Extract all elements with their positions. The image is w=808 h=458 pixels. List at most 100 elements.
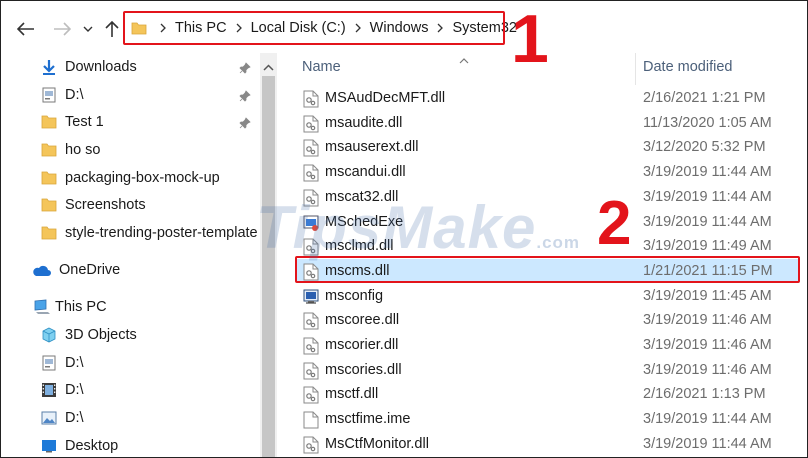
folder-icon xyxy=(41,142,57,158)
file-row[interactable]: mscorier.dll 3/19/2019 11:46 AM xyxy=(297,333,799,357)
file-date-modified: 2/16/2021 1:21 PM xyxy=(643,90,766,106)
folder-icon xyxy=(41,170,57,186)
file-name: MsCtfMonitor.dll xyxy=(325,435,429,452)
dll-file-icon xyxy=(303,164,319,182)
sidebar-item-d-drive-pictures[interactable]: D:\ xyxy=(41,406,84,430)
sidebar-item-d-drive[interactable]: D:\ xyxy=(41,83,84,107)
file-name: MSAudDecMFT.dll xyxy=(325,90,446,106)
folder-icon xyxy=(41,114,57,130)
address-highlight-box xyxy=(123,11,505,45)
sidebar-item-d-drive-videos[interactable]: D:\ xyxy=(41,378,84,402)
file-date-modified: 3/12/2020 5:32 PM xyxy=(643,139,766,156)
app-exe-icon xyxy=(303,214,319,232)
file-name: msctfime.ime xyxy=(325,411,411,428)
forward-button[interactable] xyxy=(51,17,73,41)
file-date-modified: 11/13/2020 1:05 AM xyxy=(643,114,772,131)
dll-file-icon xyxy=(303,312,319,330)
file-date-modified: 3/19/2019 11:44 AM xyxy=(643,164,772,181)
sidebar-item-label: ho so xyxy=(65,142,101,158)
sidebar-item-this-pc[interactable]: This PC xyxy=(33,295,107,319)
file-date-modified: 3/19/2019 11:45 AM xyxy=(643,287,772,304)
pin-icon[interactable] xyxy=(239,116,251,132)
file-row[interactable]: msauserext.dll 3/12/2020 5:32 PM xyxy=(297,135,799,159)
column-divider[interactable] xyxy=(635,53,636,85)
dll-file-icon xyxy=(303,90,319,108)
msconfig-app-icon xyxy=(303,288,319,306)
dll-file-icon xyxy=(303,436,319,454)
picture-icon xyxy=(41,410,57,426)
file-row[interactable]: msctf.dll 2/16/2021 1:13 PM xyxy=(297,382,799,406)
back-button[interactable] xyxy=(15,17,37,41)
sidebar-item-screenshots[interactable]: Screenshots xyxy=(41,193,146,217)
folder-icon xyxy=(41,225,57,241)
file-row[interactable]: MsCtfMonitor.dll 3/19/2019 11:44 AM xyxy=(297,432,799,456)
sidebar-item-label: D:\ xyxy=(65,87,84,103)
cube-icon xyxy=(41,327,57,343)
drive-icon xyxy=(41,355,57,371)
file-date-modified: 3/19/2019 11:44 AM xyxy=(643,435,772,452)
dll-file-icon xyxy=(303,238,319,256)
callout-number-1: 1 xyxy=(511,1,549,77)
recent-locations-chevron-icon[interactable] xyxy=(79,17,97,41)
file-name: MSchedExe xyxy=(325,213,404,230)
file-date-modified: 2/16/2021 1:13 PM xyxy=(643,386,766,403)
sidebar-item-onedrive[interactable]: OneDrive xyxy=(31,258,120,282)
dll-file-icon xyxy=(303,362,319,380)
file-date-modified: 3/19/2019 11:46 AM xyxy=(643,312,772,329)
pin-icon[interactable] xyxy=(239,89,251,105)
file-name: mscandui.dll xyxy=(325,164,406,181)
sidebar-item-label: 3D Objects xyxy=(65,327,137,343)
sidebar-item-label: Desktop xyxy=(65,438,119,454)
file-row[interactable]: mscories.dll 3/19/2019 11:46 AM xyxy=(297,358,799,382)
sidebar-item-label: Test 1 xyxy=(65,114,104,130)
file-row[interactable]: msclmd.dll 3/19/2019 11:49 AM xyxy=(297,234,799,258)
file-date-modified: 3/19/2019 11:44 AM xyxy=(643,188,772,205)
file-row[interactable]: MSAudDecMFT.dll 2/16/2021 1:21 PM xyxy=(297,86,799,110)
file-name: mscories.dll xyxy=(325,361,402,378)
up-button[interactable] xyxy=(101,17,123,41)
sidebar-item-ho-so[interactable]: ho so xyxy=(41,138,100,162)
sidebar-item-test-1[interactable]: Test 1 xyxy=(41,110,104,134)
scroll-thumb[interactable] xyxy=(262,76,275,457)
file-name: msclmd.dll xyxy=(325,238,394,255)
file-name: msauserext.dll xyxy=(325,139,419,156)
sidebar-item-desktop[interactable]: Desktop xyxy=(41,434,118,457)
file-name: msctf.dll xyxy=(325,386,379,403)
sidebar-item-label: This PC xyxy=(55,299,107,315)
sidebar-item-label: Downloads xyxy=(65,59,137,75)
sidebar-item-packaging-box-mock-up[interactable]: packaging-box-mock-up xyxy=(41,166,220,190)
file-name: mscorier.dll xyxy=(325,337,399,353)
file-date-modified: 3/19/2019 11:49 AM xyxy=(643,238,772,255)
file-row[interactable]: mscat32.dll 3/19/2019 11:44 AM xyxy=(297,185,799,209)
desktop-icon xyxy=(41,438,57,454)
folder-icon xyxy=(41,197,57,213)
file-row[interactable]: MSchedExe 3/19/2019 11:44 AM xyxy=(297,210,799,234)
drive-icon xyxy=(41,87,57,103)
file-row[interactable]: msconfig 3/19/2019 11:45 AM xyxy=(297,284,799,308)
sidebar-scrollbar[interactable] xyxy=(260,53,277,457)
file-name: mscat32.dll xyxy=(325,188,399,205)
navigation-pane: Downloads D:\ Test 1 ho so packaging-box… xyxy=(1,53,259,457)
file-row[interactable]: mscandui.dll 3/19/2019 11:44 AM xyxy=(297,160,799,184)
file-row[interactable]: msctfime.ime 3/19/2019 11:44 AM xyxy=(297,407,799,431)
sidebar-item-label: Screenshots xyxy=(65,197,146,213)
sidebar-item-style-trending-poster-template[interactable]: style-trending-poster-template xyxy=(41,221,258,245)
file-row[interactable]: mscoree.dll 3/19/2019 11:46 AM xyxy=(297,308,799,332)
sidebar-item-3d-objects[interactable]: 3D Objects xyxy=(41,323,137,347)
sidebar-item-downloads[interactable]: Downloads xyxy=(41,55,137,79)
file-name: mscoree.dll xyxy=(325,312,400,329)
dll-file-icon xyxy=(303,189,319,207)
sort-ascending-icon xyxy=(459,51,469,67)
file-row[interactable]: msaudite.dll 11/13/2020 1:05 AM xyxy=(297,111,799,135)
dll-file-icon xyxy=(303,337,319,355)
selected-row-highlight-box xyxy=(295,256,800,283)
callout-number-2: 2 xyxy=(597,189,632,258)
pin-icon[interactable] xyxy=(239,61,251,77)
dll-file-icon xyxy=(303,115,319,133)
explorer-window: This PC Local Disk (C:) Windows System32… xyxy=(0,0,808,458)
scroll-up-arrow-icon[interactable] xyxy=(263,58,274,74)
column-header-date-modified[interactable]: Date modified xyxy=(643,59,732,75)
sidebar-item-d-drive-2[interactable]: D:\ xyxy=(41,351,84,375)
film-icon xyxy=(41,382,57,398)
column-header-name[interactable]: Name xyxy=(302,59,341,75)
